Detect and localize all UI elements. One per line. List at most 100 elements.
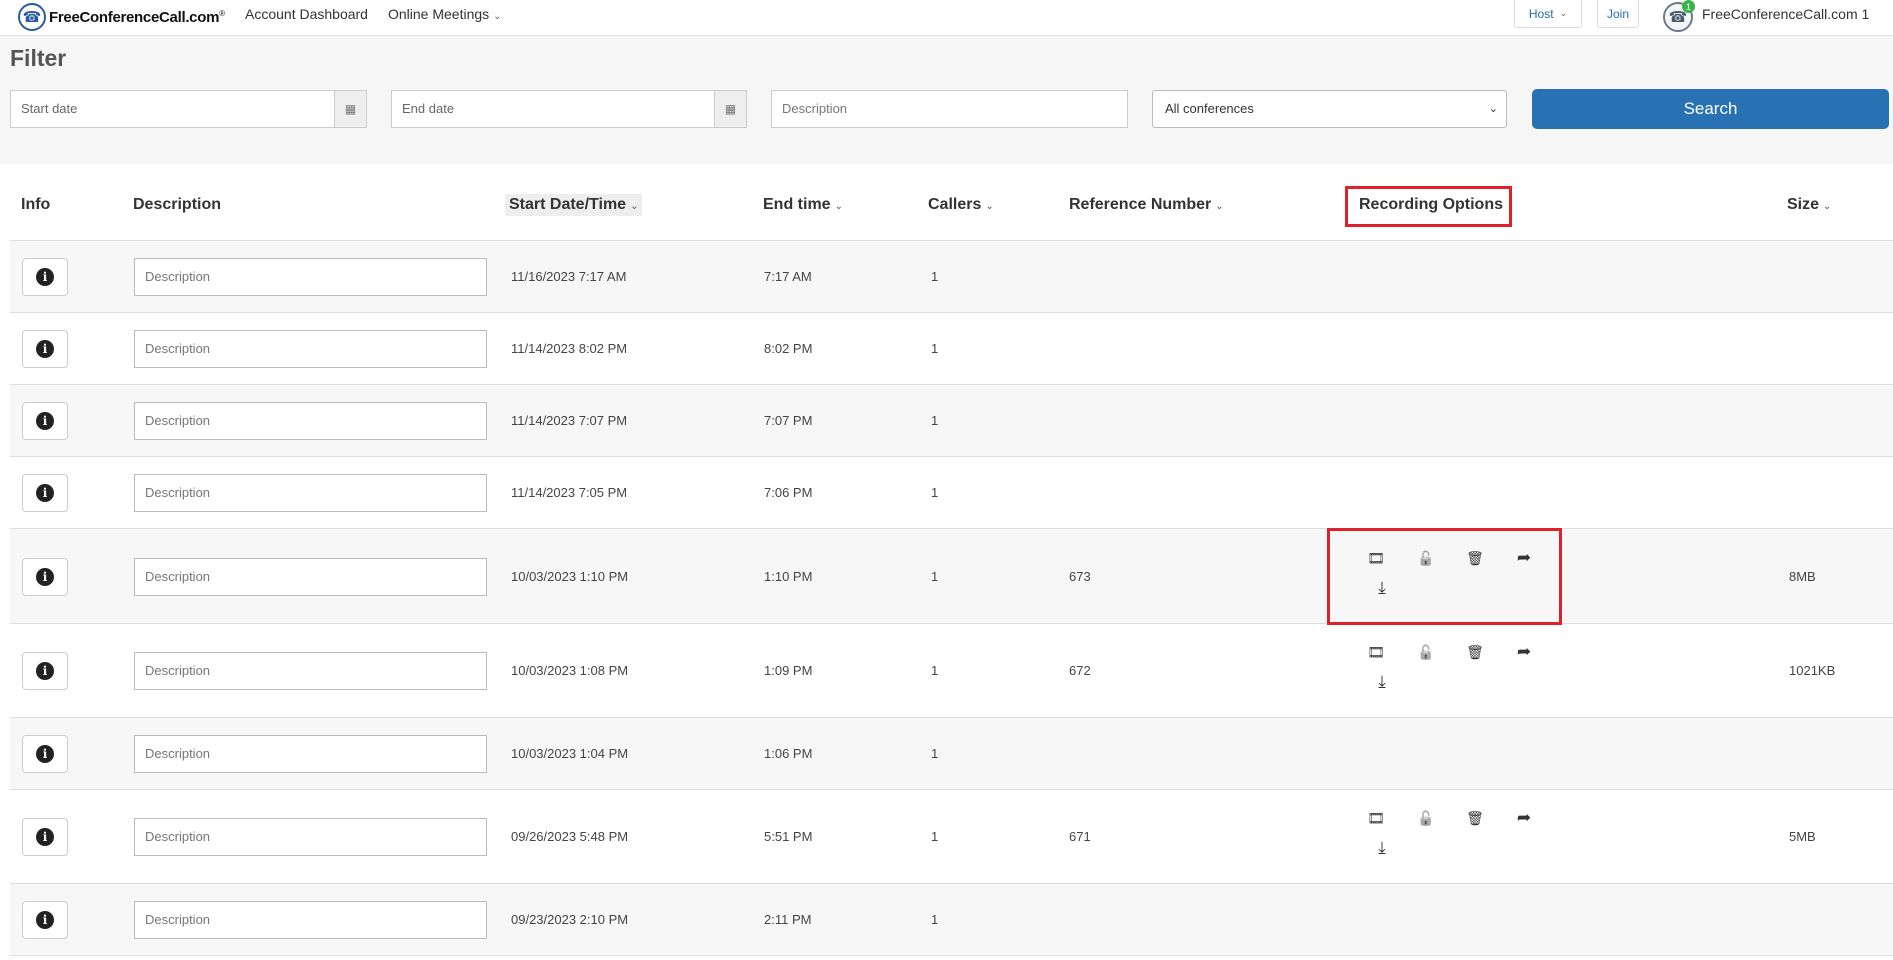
logo[interactable]: ☎ FreeConferenceCall.com® <box>18 3 225 31</box>
start-datetime: 10/03/2023 1:10 PM <box>511 569 629 584</box>
join-button[interactable]: Join <box>1597 0 1639 28</box>
info-button[interactable]: i <box>22 330 68 368</box>
chevron-down-icon: ⌄ <box>1488 103 1498 115</box>
chevron-down-icon: ⌄ <box>834 201 843 212</box>
nav-online-meetings-label: Online Meetings <box>388 6 490 22</box>
info-button[interactable]: i <box>22 474 68 512</box>
info-icon: i <box>36 745 54 763</box>
header-start-datetime[interactable]: Start Date/Time ⌄ <box>505 194 643 216</box>
start-datetime: 11/14/2023 7:07 PM <box>511 413 628 428</box>
callers-count: 1 <box>931 413 939 428</box>
end-time: 7:07 PM <box>764 413 813 428</box>
start-date-field[interactable]: Start date ▦ <box>10 90 367 128</box>
row-description-input[interactable]: Description <box>134 258 487 296</box>
info-button[interactable]: i <box>22 558 68 596</box>
start-date-placeholder: Start date <box>21 101 78 116</box>
callers-count: 1 <box>931 746 939 761</box>
description-filter-input[interactable]: Description <box>771 90 1128 128</box>
table-row: i Description 11/14/2023 7:05 PM 7:06 PM 1 <box>10 457 1893 529</box>
info-button[interactable]: i <box>22 818 68 856</box>
row-description-input[interactable]: Description <box>134 474 487 512</box>
table-row: i Description 11/16/2023 7:17 AM 7:17 AM 1 <box>10 241 1893 313</box>
info-button[interactable]: i <box>22 735 68 773</box>
trash-icon[interactable]: 🗑 <box>1464 642 1486 662</box>
notification-badge: 1 <box>1682 0 1695 13</box>
row-description-input[interactable]: Description <box>134 330 487 368</box>
row-description-input[interactable]: Description <box>134 818 487 856</box>
film-icon[interactable]: 🎞 <box>1365 808 1387 828</box>
table-row: i Description 10/03/2023 1:08 PM 1:09 PM 1 67… <box>10 624 1893 718</box>
end-date-placeholder: End date <box>402 101 455 116</box>
reference-number: 673 <box>1069 569 1091 584</box>
info-button[interactable]: i <box>22 901 68 939</box>
info-icon: i <box>36 412 54 430</box>
header-reference-number[interactable]: Reference Number ⌄ <box>1069 196 1224 214</box>
download-icon[interactable]: ⤓ <box>1371 578 1393 598</box>
table-header: Info Description Start Date/Time ⌄ End ti… <box>10 164 1893 241</box>
callers-count: 1 <box>931 569 939 584</box>
callers-count: 1 <box>931 663 939 678</box>
start-datetime: 11/14/2023 7:05 PM <box>511 485 628 500</box>
row-description-input[interactable]: Description <box>134 558 487 596</box>
host-label: Host <box>1528 6 1554 21</box>
film-icon[interactable]: 🎞 <box>1365 642 1387 662</box>
nav-account-dashboard[interactable]: Account Dashboard <box>245 6 368 22</box>
info-icon: i <box>36 828 54 846</box>
download-icon[interactable]: ⤓ <box>1371 838 1393 858</box>
end-time: 2:11 PM <box>764 912 812 927</box>
header-callers[interactable]: Callers ⌄ <box>928 196 994 214</box>
row-description-input[interactable]: Description <box>134 735 487 773</box>
nav-online-meetings[interactable]: Online Meetings ⌄ <box>388 6 502 25</box>
unlock-icon[interactable]: 🔓 <box>1415 808 1437 828</box>
start-datetime: 09/26/2023 5:48 PM <box>511 829 629 844</box>
end-time: 7:17 AM <box>764 269 812 284</box>
header-size[interactable]: Size ⌄ <box>1787 196 1831 214</box>
host-dropdown-button[interactable]: Host ⌄ <box>1514 0 1582 28</box>
table-body: i Description 11/16/2023 7:17 AM 7:17 AM 1 i D… <box>10 241 1893 956</box>
info-icon: i <box>36 662 54 680</box>
info-button[interactable]: i <box>22 258 68 296</box>
chevron-down-icon: ⌄ <box>1823 201 1832 212</box>
share-icon[interactable]: ➦ <box>1513 642 1535 662</box>
download-icon[interactable]: ⤓ <box>1371 672 1393 692</box>
start-datetime: 10/03/2023 1:04 PM <box>511 746 629 761</box>
share-icon[interactable]: ➦ <box>1513 548 1535 568</box>
unlock-icon[interactable]: 🔓 <box>1415 642 1437 662</box>
info-button[interactable]: i <box>22 402 68 440</box>
info-icon: i <box>36 568 54 586</box>
callers-count: 1 <box>931 485 939 500</box>
calendar-icon[interactable]: ▦ <box>334 91 366 127</box>
callers-count: 1 <box>931 829 939 844</box>
conference-select[interactable]: All conferences ⌄ <box>1152 90 1507 128</box>
start-datetime: 11/14/2023 8:02 PM <box>511 341 628 356</box>
callers-count: 1 <box>931 912 939 927</box>
start-datetime: 11/16/2023 7:17 AM <box>511 269 627 284</box>
table-row: i Description 11/14/2023 7:07 PM 7:07 PM 1 <box>10 385 1893 457</box>
calendar-icon[interactable]: ▦ <box>714 91 746 127</box>
end-time: 1:10 PM <box>764 569 813 584</box>
search-button[interactable]: Search <box>1532 89 1889 129</box>
end-time: 5:51 PM <box>764 829 813 844</box>
logo-text: FreeConferenceCall.com <box>49 8 220 26</box>
table-row: i Description 10/03/2023 1:04 PM 1:06 PM 1 <box>10 718 1893 790</box>
header-size-label: Size <box>1787 196 1820 213</box>
end-date-field[interactable]: End date ▦ <box>391 90 747 128</box>
reference-number: 672 <box>1069 663 1091 678</box>
recording-size: 8MB <box>1789 569 1816 584</box>
row-description-input[interactable]: Description <box>134 402 487 440</box>
account-name[interactable]: FreeConferenceCall.com 1 <box>1702 6 1869 22</box>
unlock-icon[interactable]: 🔓 <box>1415 548 1437 568</box>
table-row: i Description 10/03/2023 1:10 PM 1:10 PM 1 67… <box>10 528 1893 625</box>
trash-icon[interactable]: 🗑 <box>1464 808 1486 828</box>
end-time: 1:06 PM <box>764 746 813 761</box>
row-description-input[interactable]: Description <box>134 652 487 690</box>
film-icon[interactable]: 🎞 <box>1365 548 1387 568</box>
info-button[interactable]: i <box>22 652 68 690</box>
chevron-down-icon: ⌄ <box>493 11 502 22</box>
row-description-input[interactable]: Description <box>134 901 487 939</box>
share-icon[interactable]: ➦ <box>1513 808 1535 828</box>
header-end-time[interactable]: End time ⌄ <box>763 196 843 214</box>
trash-icon[interactable]: 🗑 <box>1464 548 1486 568</box>
header-end-time-label: End time <box>763 196 831 213</box>
recording-options: 🎞 🔓 🗑 ➦ ⤓ <box>1365 808 1545 863</box>
